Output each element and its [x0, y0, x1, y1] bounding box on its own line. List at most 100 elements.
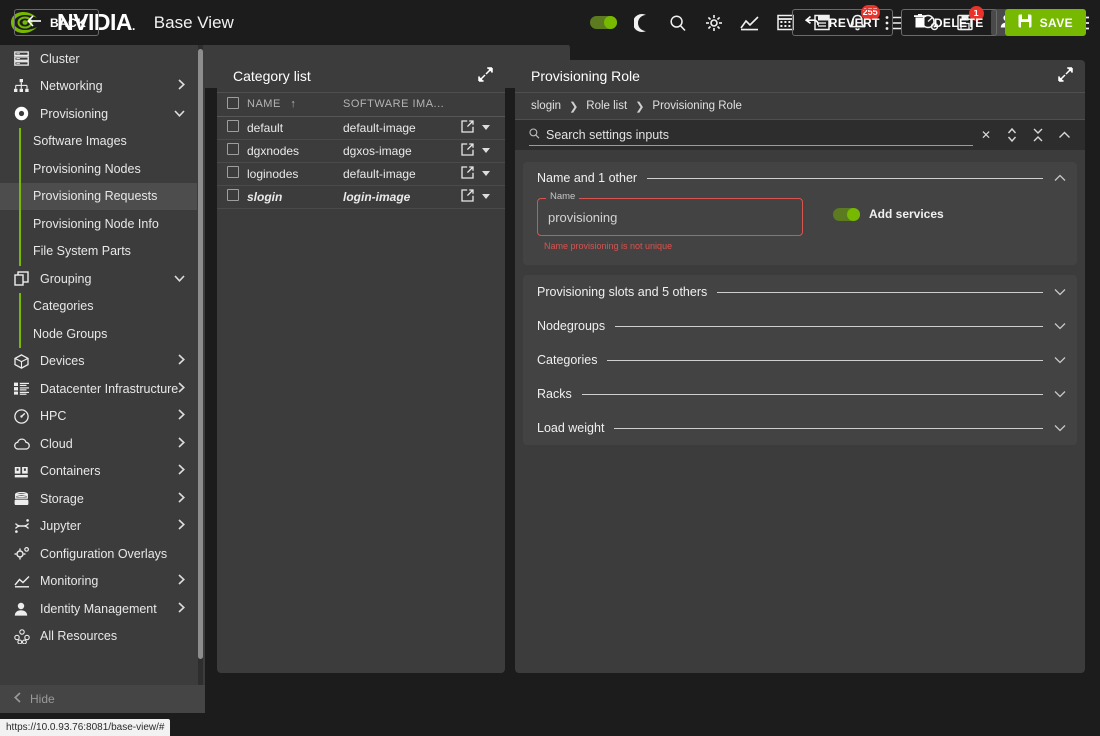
- chevron-down-icon[interactable]: [1053, 387, 1067, 401]
- sidebar-item-identity-management[interactable]: Identity Management: [0, 595, 197, 623]
- section-name-header[interactable]: Name and 1 other: [523, 162, 1077, 194]
- dark-mode-icon[interactable]: [631, 12, 653, 34]
- section-racks-header[interactable]: Racks: [523, 377, 1077, 411]
- sidebar-item-provisioning[interactable]: Provisioning: [0, 100, 197, 128]
- chevron-right-icon[interactable]: [178, 437, 185, 451]
- role-settings-body: Name and 1 other Name Name provisioning …: [515, 152, 1085, 673]
- sidebar-item-cluster[interactable]: Cluster: [0, 45, 197, 73]
- col-software-image-label: SOFTWARE IMA...: [343, 98, 445, 111]
- sidebar-item-jupyter[interactable]: Jupyter: [0, 513, 197, 541]
- section-label: Load weight: [537, 421, 605, 435]
- networking-icon: [14, 79, 34, 93]
- col-name-header[interactable]: NAME ↑: [247, 93, 343, 117]
- section-categories-header[interactable]: Categories: [523, 343, 1077, 377]
- table-row[interactable]: loginodes default-image: [217, 162, 505, 185]
- expand-role-panel-icon[interactable]: [1058, 67, 1073, 85]
- chevron-down-icon[interactable]: [1053, 319, 1067, 333]
- chevron-right-icon[interactable]: [178, 79, 185, 93]
- sidebar-item-hpc[interactable]: HPC: [0, 403, 197, 431]
- settings-gear-icon[interactable]: [703, 12, 725, 34]
- sidebar-item-devices[interactable]: Devices: [0, 348, 197, 376]
- sidebar-item-networking[interactable]: Networking: [0, 73, 197, 101]
- select-all-checkbox[interactable]: [227, 96, 239, 109]
- chevron-down-icon[interactable]: [1053, 421, 1067, 435]
- chevron-down-icon[interactable]: [1053, 285, 1067, 299]
- chevron-right-icon[interactable]: [178, 464, 185, 478]
- section-provisioning-slots-and-5-others-header[interactable]: Provisioning slots and 5 others: [523, 275, 1077, 309]
- clear-search-icon[interactable]: ✕: [973, 128, 999, 142]
- name-input[interactable]: [548, 209, 792, 225]
- product-name: Base View: [153, 12, 234, 32]
- collapse-all-icon[interactable]: [1025, 127, 1051, 143]
- chevron-down-icon[interactable]: [1053, 353, 1067, 367]
- table-row[interactable]: dgxnodes dgxos-image: [217, 139, 505, 162]
- search-icon[interactable]: [667, 12, 689, 34]
- sidebar-item-containers[interactable]: Containers: [0, 458, 197, 486]
- sidebar-scrollbar[interactable]: [198, 49, 203, 659]
- section-name-and-1-other: Name and 1 other Name Name provisioning …: [523, 162, 1077, 265]
- chevron-right-icon[interactable]: [178, 382, 186, 396]
- open-external-icon[interactable]: [461, 188, 474, 205]
- table-row[interactable]: slogin login-image: [217, 185, 505, 208]
- sidebar-item-cloud[interactable]: Cloud: [0, 430, 197, 458]
- sidebar-item-datacenter-infrastructure[interactable]: Datacenter Infrastructure: [0, 375, 197, 403]
- theme-toggle-switch[interactable]: [589, 16, 617, 29]
- section-label: Racks: [537, 387, 572, 401]
- breadcrumb-item-provisioning-role[interactable]: Provisioning Role: [652, 100, 742, 112]
- sidebar-item-all-resources[interactable]: All Resources: [0, 623, 197, 651]
- chevron-right-icon[interactable]: [178, 602, 185, 616]
- section-nodegroups-header[interactable]: Nodegroups: [523, 309, 1077, 343]
- sidebar-subitem-provisioning-requests[interactable]: Provisioning Requests: [0, 182, 197, 210]
- row-menu-caret-icon[interactable]: [482, 171, 490, 176]
- chevron-right-icon[interactable]: [178, 492, 185, 506]
- row-name-cell: dgxnodes: [247, 143, 300, 158]
- col-software-image-header[interactable]: SOFTWARE IMA...: [343, 93, 461, 117]
- sidebar-hide-button[interactable]: Hide: [0, 685, 205, 713]
- sort-asc-icon: ↑: [290, 98, 297, 111]
- row-menu-caret-icon[interactable]: [482, 148, 490, 153]
- section-rule: [615, 325, 1043, 327]
- search-input[interactable]: [546, 127, 973, 142]
- expand-panel-icon[interactable]: [478, 67, 493, 85]
- row-checkbox[interactable]: [227, 120, 239, 132]
- jupyter-icon: [14, 519, 34, 534]
- sidebar-subitem-node-groups[interactable]: Node Groups: [0, 320, 197, 348]
- sidebar-item-storage[interactable]: Storage: [0, 485, 197, 513]
- monitoring-chart-icon[interactable]: [739, 12, 761, 34]
- breadcrumb-item-role-list[interactable]: Role list: [586, 100, 627, 112]
- chevron-right-icon[interactable]: [178, 409, 185, 423]
- row-menu-caret-icon[interactable]: [482, 125, 490, 130]
- name-field-error: Name provisioning is not unique: [544, 241, 673, 251]
- save-button[interactable]: SAVE: [1004, 9, 1086, 36]
- add-services-toggle[interactable]: [833, 207, 860, 221]
- row-menu-caret-icon[interactable]: [482, 194, 490, 199]
- chevron-up-icon[interactable]: [1051, 130, 1077, 140]
- back-button[interactable]: BACK: [14, 9, 100, 36]
- search-navigate-icon[interactable]: [999, 127, 1025, 143]
- sidebar-item-monitoring[interactable]: Monitoring: [0, 568, 197, 596]
- sidebar-subitem-provisioning-nodes[interactable]: Provisioning Nodes: [0, 155, 197, 183]
- sidebar-item-grouping[interactable]: Grouping: [0, 265, 197, 293]
- sidebar-subitem-software-images[interactable]: Software Images: [0, 128, 197, 156]
- sidebar-subitem-categories[interactable]: Categories: [0, 293, 197, 321]
- chevron-right-icon[interactable]: [178, 354, 185, 368]
- revert-button[interactable]: REVERT: [791, 9, 893, 36]
- breadcrumb-item-slogin[interactable]: slogin: [531, 100, 561, 112]
- row-checkbox[interactable]: [227, 189, 239, 201]
- open-external-icon[interactable]: [461, 119, 474, 136]
- chevron-down-icon[interactable]: [174, 273, 185, 285]
- sidebar-item-configuration-overlays[interactable]: Configuration Overlays: [0, 540, 197, 568]
- chevron-down-icon[interactable]: [174, 108, 185, 120]
- section-load-weight-header[interactable]: Load weight: [523, 411, 1077, 445]
- row-checkbox[interactable]: [227, 166, 239, 178]
- open-external-icon[interactable]: [461, 165, 474, 182]
- open-external-icon[interactable]: [461, 142, 474, 159]
- delete-button[interactable]: DELETE: [900, 9, 997, 36]
- chevron-right-icon[interactable]: [178, 519, 185, 533]
- table-row[interactable]: default default-image: [217, 116, 505, 139]
- row-checkbox[interactable]: [227, 143, 239, 155]
- sidebar-subitem-file-system-parts[interactable]: File System Parts: [0, 238, 197, 266]
- chevron-right-icon[interactable]: [178, 574, 185, 588]
- sidebar-subitem-provisioning-node-info[interactable]: Provisioning Node Info: [0, 210, 197, 238]
- chevron-up-icon[interactable]: [1053, 171, 1067, 185]
